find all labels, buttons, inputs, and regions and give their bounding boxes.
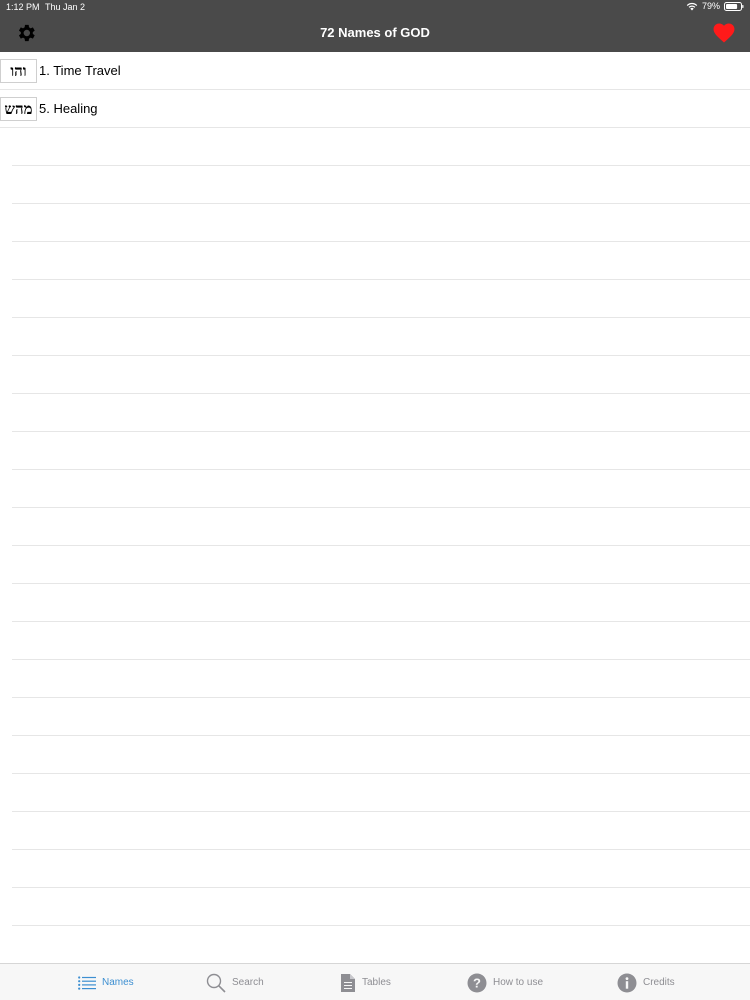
empty-row <box>12 926 750 964</box>
empty-row <box>12 698 750 736</box>
svg-text:?: ? <box>473 975 481 990</box>
list-item[interactable]: והו 1. Time Travel <box>0 52 750 90</box>
hebrew-name-box: והו <box>0 59 37 83</box>
status-right: 79% <box>686 1 744 11</box>
navigation-bar: 72 Names of GOD <box>0 14 750 52</box>
empty-row <box>12 166 750 204</box>
tab-label: Search <box>232 977 264 988</box>
empty-row <box>12 204 750 242</box>
list-item-label: 5. Healing <box>39 101 98 116</box>
empty-row <box>12 242 750 280</box>
favorites-button[interactable] <box>713 23 735 43</box>
tab-label: Credits <box>643 977 675 988</box>
tab-tables[interactable]: Tables <box>340 964 391 1000</box>
status-bar: 1:12 PM Thu Jan 2 79% <box>0 0 750 14</box>
app-window: 1:12 PM Thu Jan 2 79% 72 Names of GOD וה… <box>0 0 750 1000</box>
empty-row <box>12 812 750 850</box>
battery-percent: 79% <box>701 1 720 11</box>
empty-row <box>12 660 750 698</box>
info-icon <box>617 973 637 992</box>
tab-bar: Names Search Tables ? How to use Credits <box>0 963 750 1000</box>
empty-row <box>12 280 750 318</box>
battery-icon <box>724 1 744 11</box>
tab-search[interactable]: Search <box>206 964 264 1000</box>
status-time: 1:12 PM <box>6 2 40 12</box>
empty-row <box>12 318 750 356</box>
list-item-label: 1. Time Travel <box>39 63 121 78</box>
empty-row <box>12 584 750 622</box>
hebrew-name-box: מהש <box>0 97 37 121</box>
empty-row <box>12 356 750 394</box>
empty-row <box>12 888 750 926</box>
status-date: Thu Jan 2 <box>45 2 86 12</box>
wifi-icon <box>686 2 698 11</box>
empty-row <box>12 850 750 888</box>
page-title: 72 Names of GOD <box>320 25 430 40</box>
tab-label: How to use <box>493 977 544 988</box>
empty-row <box>12 736 750 774</box>
heart-icon <box>713 23 735 43</box>
tab-how-to-use[interactable]: ? How to use <box>467 964 543 1000</box>
question-icon: ? <box>467 973 487 992</box>
tab-credits[interactable]: Credits <box>617 964 675 1000</box>
tab-names[interactable]: Names <box>78 964 134 1000</box>
empty-row <box>12 622 750 660</box>
tab-label: Tables <box>362 977 391 988</box>
list-item[interactable]: מהש 5. Healing <box>0 90 750 128</box>
document-icon <box>341 973 355 992</box>
empty-row <box>12 394 750 432</box>
names-list: והו 1. Time Travel מהש 5. Healing <box>0 52 750 1000</box>
empty-row <box>12 432 750 470</box>
list-icon <box>78 975 96 990</box>
empty-row <box>12 774 750 812</box>
empty-row <box>12 470 750 508</box>
empty-row <box>12 546 750 584</box>
empty-row <box>12 128 750 166</box>
tab-label: Names <box>102 977 134 988</box>
search-icon <box>206 973 226 993</box>
empty-row <box>12 508 750 546</box>
